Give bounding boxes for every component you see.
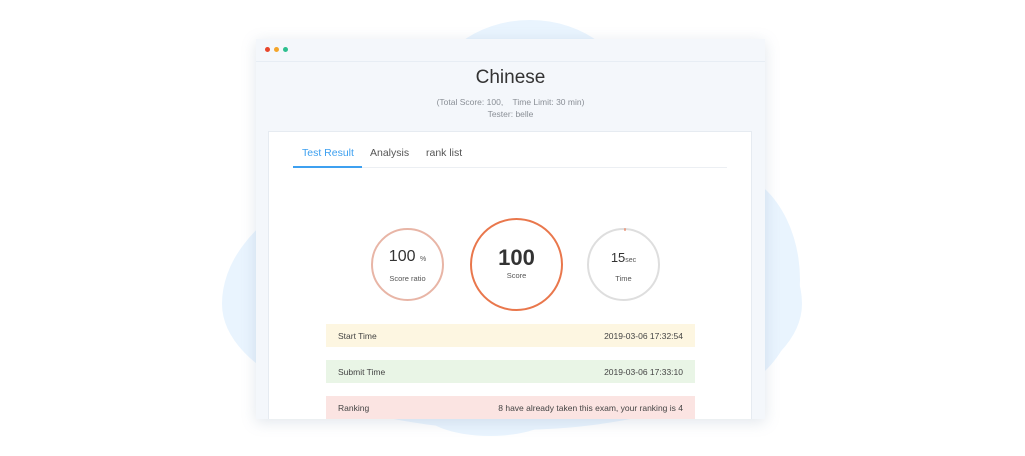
ranking-label: Ranking	[338, 403, 370, 413]
score-ratio-circle: 100 % Score ratio	[371, 228, 444, 301]
tab-test-result[interactable]: Test Result	[302, 147, 354, 159]
score-caption: Score	[506, 271, 527, 280]
window-controls	[265, 47, 288, 52]
time-caption: Time	[615, 274, 632, 283]
maximize-dot-icon[interactable]	[283, 47, 288, 52]
tab-rank-list[interactable]: rank list	[426, 147, 462, 159]
time-unit: sec	[625, 257, 637, 264]
exam-tester: Tester: belle	[487, 109, 534, 119]
exam-title: Chinese	[475, 67, 546, 88]
score-ratio-unit: %	[419, 256, 427, 263]
score-circle: 100 Score	[470, 218, 563, 311]
exam-meta: (Total Score: 100, Time Limit: 30 min) T…	[256, 96, 765, 120]
tab-analysis[interactable]: Analysis	[370, 147, 409, 159]
result-panel: Test Result Analysis rank list 100 % Sco…	[268, 131, 752, 419]
time-progress-tick	[624, 228, 626, 231]
time-value: 15	[610, 250, 626, 265]
ranking-row: Ranking 8 have already taken this exam, …	[326, 396, 695, 419]
score-value: 100	[498, 245, 535, 270]
browser-window: Chinese (Total Score: 100, Time Limit: 3…	[256, 39, 765, 419]
score-ratio-value-line: 100 %	[373, 248, 442, 266]
exam-score-limit: (Total Score: 100, Time Limit: 30 min)	[436, 97, 585, 107]
stage: Chinese (Total Score: 100, Time Limit: 3…	[0, 0, 1025, 456]
submit-time-label: Submit Time	[338, 367, 386, 377]
minimize-dot-icon[interactable]	[274, 47, 279, 52]
ranking-value: 8 have already taken this exam, your ran…	[498, 403, 683, 413]
tab-bar: Test Result Analysis rank list	[293, 144, 727, 168]
score-ratio-value: 100	[388, 248, 416, 265]
submit-time-value: 2019-03-06 17:33:10	[604, 367, 683, 377]
start-time-label: Start Time	[338, 331, 377, 341]
close-dot-icon[interactable]	[265, 47, 270, 52]
submit-time-row: Submit Time 2019-03-06 17:33:10	[326, 360, 695, 383]
titlebar-divider	[256, 61, 765, 62]
active-tab-indicator	[293, 166, 362, 168]
score-ratio-caption: Score ratio	[389, 274, 426, 283]
time-circle: 15sec Time	[587, 228, 660, 301]
start-time-value: 2019-03-06 17:32:54	[604, 331, 683, 341]
time-value-line: 15sec	[589, 250, 658, 265]
start-time-row: Start Time 2019-03-06 17:32:54	[326, 324, 695, 347]
